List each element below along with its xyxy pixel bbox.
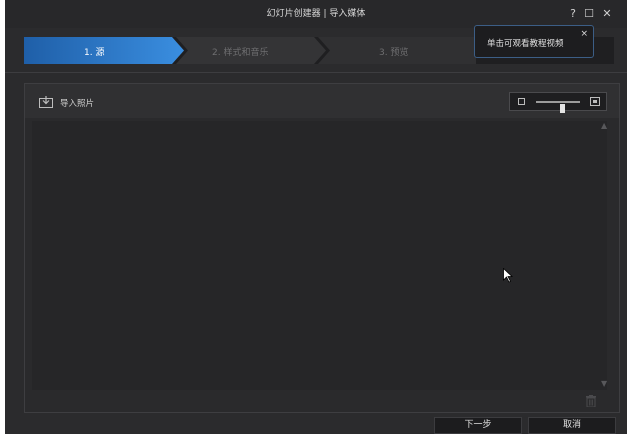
thumbnail-size-slider[interactable] xyxy=(536,101,580,113)
step-preview-label[interactable]: 3. 预览 xyxy=(379,45,408,58)
header-divider xyxy=(5,72,627,73)
import-photo-label[interactable]: 导入照片 xyxy=(60,97,94,109)
close-button[interactable]: ✕ xyxy=(600,7,614,21)
next-button[interactable]: 下一步 xyxy=(434,417,522,434)
thumbnail-size-control xyxy=(509,92,607,113)
scroll-up-arrow[interactable]: ▲ xyxy=(601,121,607,130)
help-button[interactable]: ? xyxy=(566,7,580,21)
media-panel: 导入照片 ▲ ▼ xyxy=(24,83,620,413)
mouse-cursor-icon xyxy=(503,268,513,283)
title-bar: 幻灯片创建器 | 导入媒体 ? ☐ ✕ xyxy=(5,0,627,28)
window-title: 幻灯片创建器 | 导入媒体 xyxy=(266,9,366,19)
large-thumbnail-icon[interactable] xyxy=(590,97,600,106)
slideshow-creator-window: 幻灯片创建器 | 导入媒体 ? ☐ ✕ 1. 源 2. 样式和音乐 3. 预览 … xyxy=(5,0,627,434)
trash-icon[interactable] xyxy=(586,395,596,407)
tooltip-close-button[interactable]: × xyxy=(580,29,588,39)
import-photo-icon[interactable] xyxy=(39,96,53,108)
media-toolbar: 导入照片 xyxy=(25,84,619,118)
scroll-down-arrow[interactable]: ▼ xyxy=(601,379,607,388)
step-style-music-label[interactable]: 2. 样式和音乐 xyxy=(212,45,268,58)
cancel-button[interactable]: 取消 xyxy=(528,417,616,434)
step-source-label[interactable]: 1. 源 xyxy=(84,45,104,58)
slider-thumb[interactable] xyxy=(560,104,566,113)
media-drop-area[interactable] xyxy=(32,121,607,390)
maximize-button[interactable]: ☐ xyxy=(582,7,596,21)
small-thumbnail-icon[interactable] xyxy=(518,98,525,105)
tooltip-text[interactable]: 单击可观看教程视频 xyxy=(487,37,564,49)
tutorial-tooltip[interactable]: 单击可观看教程视频 × xyxy=(474,25,594,58)
